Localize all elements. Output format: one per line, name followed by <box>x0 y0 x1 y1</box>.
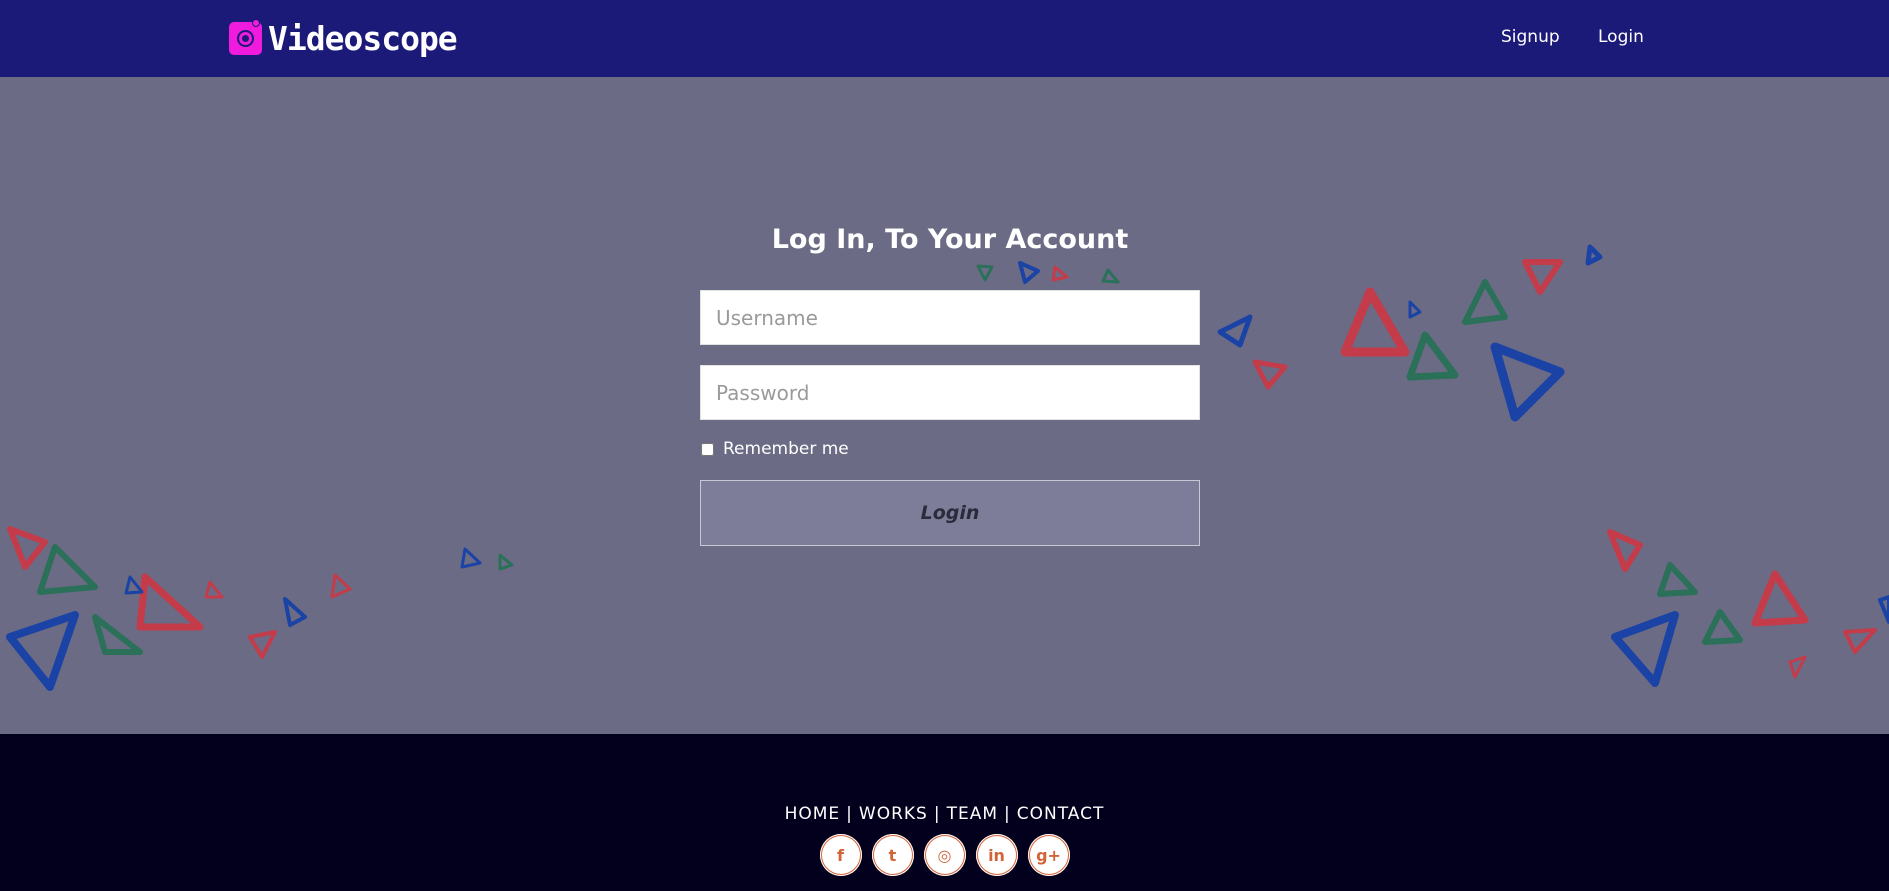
footer-link-team[interactable]: TEAM <box>947 804 998 824</box>
top-navbar: Videoscope Signup Login <box>0 0 1889 78</box>
footer: HOME | WORKS | TEAM | CONTACT f t ◎ in g… <box>0 734 1889 891</box>
form-title: Log In, To Your Account <box>771 224 1129 255</box>
footer-separator: | <box>933 804 941 824</box>
password-input[interactable] <box>700 365 1200 420</box>
nav-login-link[interactable]: Login <box>1598 27 1644 47</box>
brand-logo[interactable]: Videoscope <box>229 18 458 58</box>
footer-separator: | <box>1004 804 1011 824</box>
remember-me-checkbox[interactable] <box>701 442 714 456</box>
camera-icon <box>229 18 262 55</box>
footer-nav: HOME | WORKS | TEAM | CONTACT <box>0 804 1889 824</box>
dribbble-icon[interactable]: ◎ <box>923 834 966 876</box>
facebook-icon[interactable]: f <box>819 834 862 876</box>
remember-me-label: Remember me <box>723 439 849 459</box>
footer-separator: | <box>846 804 853 824</box>
login-button[interactable]: Login <box>700 480 1200 546</box>
brand-name: Videoscope <box>268 18 458 58</box>
remember-me[interactable]: Remember me <box>700 439 849 459</box>
footer-link-works[interactable]: WORKS <box>859 804 928 824</box>
footer-link-contact[interactable]: CONTACT <box>1017 804 1105 824</box>
linkedin-icon[interactable]: in <box>975 834 1018 876</box>
social-links: f t ◎ in g+ <box>0 834 1889 876</box>
footer-link-home[interactable]: HOME <box>785 804 841 824</box>
twitter-icon[interactable]: t <box>871 834 914 876</box>
username-input[interactable] <box>700 290 1200 345</box>
google-plus-icon[interactable]: g+ <box>1027 834 1070 876</box>
nav-signup-link[interactable]: Signup <box>1501 27 1560 47</box>
login-hero: Log In, To Your Account Remember me Logi… <box>0 77 1889 734</box>
